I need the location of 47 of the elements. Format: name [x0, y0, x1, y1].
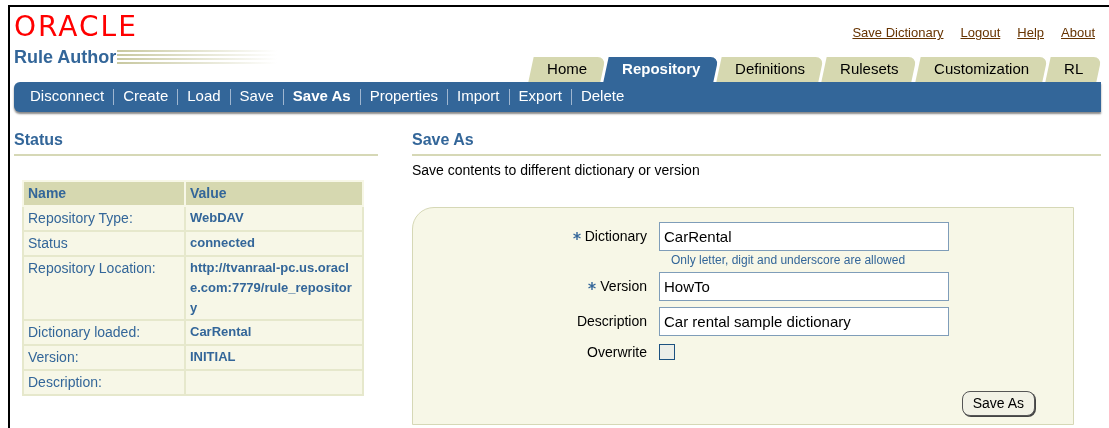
header-link[interactable]: Help — [1017, 23, 1044, 43]
page-description: Save contents to different dictionary or version — [412, 160, 700, 180]
app-title: Rule Author — [14, 47, 117, 67]
save-as-button[interactable]: Save As — [961, 390, 1035, 416]
nav-link[interactable]: Delete — [580, 85, 625, 108]
nav-link[interactable]: Save — [239, 85, 274, 108]
field-label: Dictionary — [584, 226, 647, 246]
text-field[interactable]: Car rental sample dictionary — [659, 306, 949, 336]
field-label: Description — [576, 311, 647, 331]
table-cell: Dictionary loaded: — [23, 319, 185, 345]
table-cell: Repository Location: — [23, 255, 185, 320]
tab[interactable]: Rulesets — [821, 56, 918, 82]
header-link[interactable]: Save Dictionary — [852, 23, 944, 43]
checkbox[interactable] — [659, 344, 675, 360]
nav-link[interactable]: Properties — [369, 85, 438, 108]
field-label: Version — [600, 276, 647, 296]
nav-link[interactable]: Create — [123, 85, 169, 108]
header-link[interactable]: Logout — [960, 23, 1001, 43]
oracle-logo: ORACLE — [14, 13, 138, 41]
table-cell: Status — [23, 230, 185, 256]
field-label: Overwrite — [587, 342, 647, 362]
nav-link[interactable]: Disconnect — [30, 85, 105, 108]
section-heading: Status — [14, 127, 378, 156]
table-cell: connected — [185, 230, 363, 256]
table-cell: CarRental — [185, 319, 363, 345]
field-hint: Only letter, digit and underscore are allowed — [671, 251, 906, 269]
table-cell: http://tvanraal-pc.us.oracle.com:7779/rule_repository — [185, 255, 363, 320]
tab[interactable]: Home — [528, 56, 606, 82]
text-field[interactable]: HowTo — [659, 271, 949, 301]
nav-link[interactable]: Save As — [292, 85, 351, 108]
nav-link[interactable]: Load — [187, 85, 221, 108]
column-header: Value — [185, 180, 363, 206]
column-header: Name — [23, 180, 185, 206]
nav-link[interactable]: Export — [518, 85, 562, 108]
nav-link[interactable]: Import — [457, 85, 500, 108]
tab[interactable]: RL — [1045, 56, 1102, 82]
tab[interactable]: Repository — [603, 56, 719, 82]
text-field[interactable]: CarRental — [659, 221, 949, 251]
table-cell: WebDAV — [185, 205, 363, 231]
tab[interactable]: Definitions — [716, 56, 825, 82]
tab[interactable]: Customization — [915, 56, 1048, 82]
table-cell: INITIAL — [185, 344, 363, 370]
table-cell: Version: — [23, 344, 185, 370]
table-cell: Description: — [23, 369, 185, 395]
header-link[interactable]: About — [1061, 23, 1095, 43]
section-heading: Save As — [412, 127, 1101, 156]
table-cell: Repository Type: — [23, 205, 185, 231]
